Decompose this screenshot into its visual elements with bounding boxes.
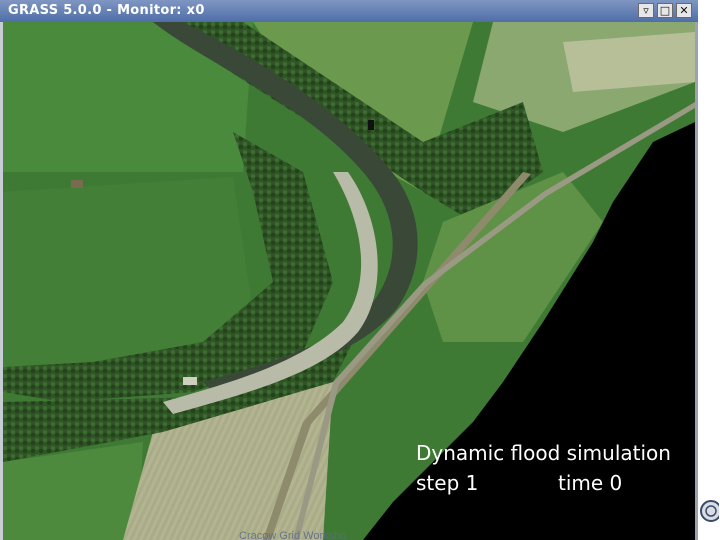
down-triangle-icon: ▿ bbox=[643, 4, 649, 17]
monitor-window: GRASS 5.0.0 - Monitor: x0 ▿ □ ✕ Dynamic … bbox=[0, 0, 698, 540]
maximize-button[interactable]: □ bbox=[657, 3, 673, 18]
window-controls: ▿ □ ✕ bbox=[638, 3, 692, 18]
simulation-step: step 1 bbox=[416, 471, 479, 495]
footer-watermark: Cracow Grid Worksho bbox=[239, 530, 347, 540]
minimize-button[interactable]: ▿ bbox=[638, 3, 654, 18]
title-bar[interactable]: GRASS 5.0.0 - Monitor: x0 ▿ □ ✕ bbox=[0, 0, 698, 22]
close-icon: ✕ bbox=[679, 4, 689, 17]
square-icon: □ bbox=[659, 4, 671, 17]
simulation-label: Dynamic flood simulation step 1 time 0 bbox=[416, 438, 671, 498]
window-border bbox=[695, 22, 698, 540]
window-title: GRASS 5.0.0 - Monitor: x0 bbox=[8, 3, 205, 18]
simulation-status-row: step 1 time 0 bbox=[416, 468, 671, 498]
close-button[interactable]: ✕ bbox=[676, 3, 692, 18]
simulation-title: Dynamic flood simulation bbox=[416, 441, 671, 465]
globe-icon bbox=[700, 500, 719, 522]
simulation-time: time 0 bbox=[558, 471, 623, 495]
map-display[interactable]: Dynamic flood simulation step 1 time 0 C… bbox=[3, 22, 695, 540]
